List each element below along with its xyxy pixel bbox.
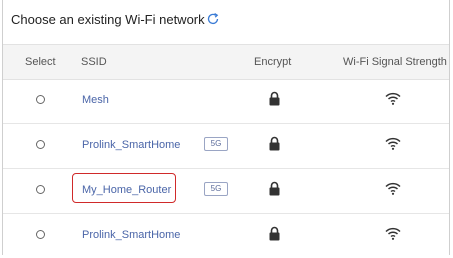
network-row[interactable]: Prolink_SmartHome 5G bbox=[3, 124, 449, 169]
band-badge: 5G bbox=[204, 182, 228, 196]
column-header-signal-strength: Wi-Fi Signal Strength bbox=[343, 56, 447, 68]
lock-icon bbox=[269, 181, 280, 196]
wifi-signal-icon bbox=[385, 182, 401, 195]
ssid-label[interactable]: Prolink_SmartHome bbox=[82, 229, 180, 241]
panel-title: Choose an existing Wi-Fi network bbox=[11, 11, 205, 27]
wifi-network-panel: Choose an existing Wi-Fi network Select … bbox=[2, 0, 450, 255]
network-row[interactable]: Mesh bbox=[3, 79, 449, 124]
select-radio[interactable] bbox=[36, 140, 45, 149]
select-radio[interactable] bbox=[36, 185, 45, 194]
lock-icon bbox=[269, 226, 280, 241]
network-row[interactable]: Prolink_SmartHome bbox=[3, 214, 449, 258]
ssid-label[interactable]: Mesh bbox=[82, 94, 109, 106]
band-badge: 5G bbox=[204, 137, 228, 151]
select-radio[interactable] bbox=[36, 95, 45, 104]
network-list: Mesh Prolink_SmartHome 5G My_Home_Router… bbox=[3, 79, 449, 258]
network-row[interactable]: My_Home_Router 5G bbox=[3, 169, 449, 214]
column-header-ssid: SSID bbox=[81, 56, 107, 68]
ssid-label[interactable]: My_Home_Router bbox=[82, 184, 171, 196]
refresh-icon[interactable] bbox=[206, 12, 220, 26]
lock-icon bbox=[269, 136, 280, 151]
ssid-label[interactable]: Prolink_SmartHome bbox=[82, 139, 180, 151]
column-header-select: Select bbox=[25, 56, 56, 68]
wifi-signal-icon bbox=[385, 227, 401, 240]
column-header-encrypt: Encrypt bbox=[254, 56, 292, 68]
wifi-signal-icon bbox=[385, 92, 401, 105]
table-header: Select SSID Encrypt Wi-Fi Signal Strengt… bbox=[3, 44, 449, 80]
select-radio[interactable] bbox=[36, 230, 45, 239]
panel-title-row: Choose an existing Wi-Fi network bbox=[11, 9, 220, 29]
wifi-signal-icon bbox=[385, 137, 401, 150]
lock-icon bbox=[269, 91, 280, 106]
